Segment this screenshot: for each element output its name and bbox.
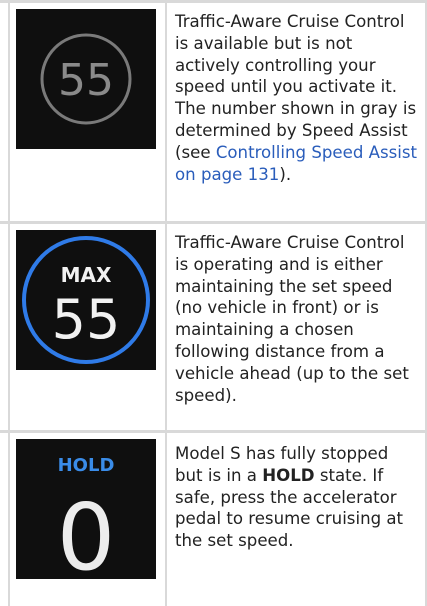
speed-value: 55: [52, 288, 121, 351]
hold-label: HOLD: [58, 455, 115, 476]
row-description: Traffic-Aware Cruise Control is availabl…: [175, 11, 419, 185]
speed-gray-icon: 55: [16, 9, 156, 149]
hold-state-term: HOLD: [262, 465, 315, 485]
row-description: Model S has fully stopped but is in a HO…: [175, 443, 419, 552]
hold-icon: HOLD 0: [16, 439, 156, 579]
max-label: MAX: [61, 263, 112, 287]
description-text-end: ).: [279, 164, 292, 184]
row-description: Traffic-Aware Cruise Control is operatin…: [175, 233, 409, 405]
max-speed-graphic: MAX 55: [16, 230, 156, 370]
table-row: MAX 55 Traffic-Aware Cruise Control is o…: [0, 224, 427, 430]
speed-value: 55: [58, 55, 114, 106]
table-row: HOLD 0 Model S has fully stopped but is …: [0, 433, 427, 606]
hold-graphic: HOLD 0: [16, 439, 156, 579]
description-text: Traffic-Aware Cruise Control is availabl…: [175, 12, 417, 162]
cruise-control-states-table: 55 Traffic-Aware Cruise Control is avail…: [0, 0, 427, 606]
max-speed-icon: MAX 55: [16, 230, 156, 370]
table-row: 55 Traffic-Aware Cruise Control is avail…: [0, 0, 427, 221]
speed-value: 0: [57, 484, 116, 579]
speed-gray-graphic: 55: [16, 9, 156, 149]
